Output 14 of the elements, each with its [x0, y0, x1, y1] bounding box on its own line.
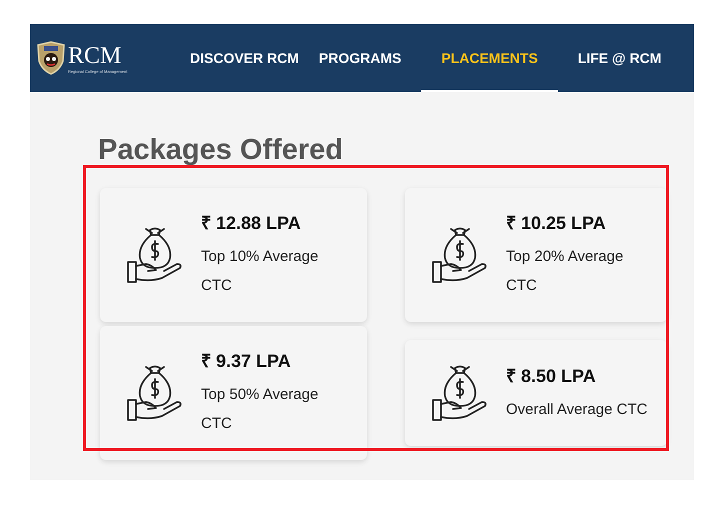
- package-label: Overall Average CTC: [506, 400, 648, 420]
- nav-link[interactable]: PROGRAMS: [318, 24, 402, 92]
- nav-link[interactable]: DISCOVER RCM: [190, 24, 299, 92]
- package-value: ₹ 10.25 LPA: [506, 212, 606, 235]
- package-label: Top 50% Average CTC: [201, 385, 320, 434]
- logo-text: RCM: [68, 42, 122, 68]
- package-value: ₹ 9.37 LPA: [201, 350, 291, 373]
- shield-emblem-icon: [36, 41, 66, 75]
- package-label: Top 20% Average CTC: [506, 247, 624, 296]
- package-value: ₹ 8.50 LPA: [506, 364, 596, 388]
- nav-link[interactable]: LIFE @ RCM: [578, 24, 662, 92]
- package-label: Top 10% Average CTC: [201, 247, 320, 296]
- package-value: ₹ 12.88 LPA: [201, 212, 301, 235]
- section-title: Packages Offered: [98, 133, 344, 168]
